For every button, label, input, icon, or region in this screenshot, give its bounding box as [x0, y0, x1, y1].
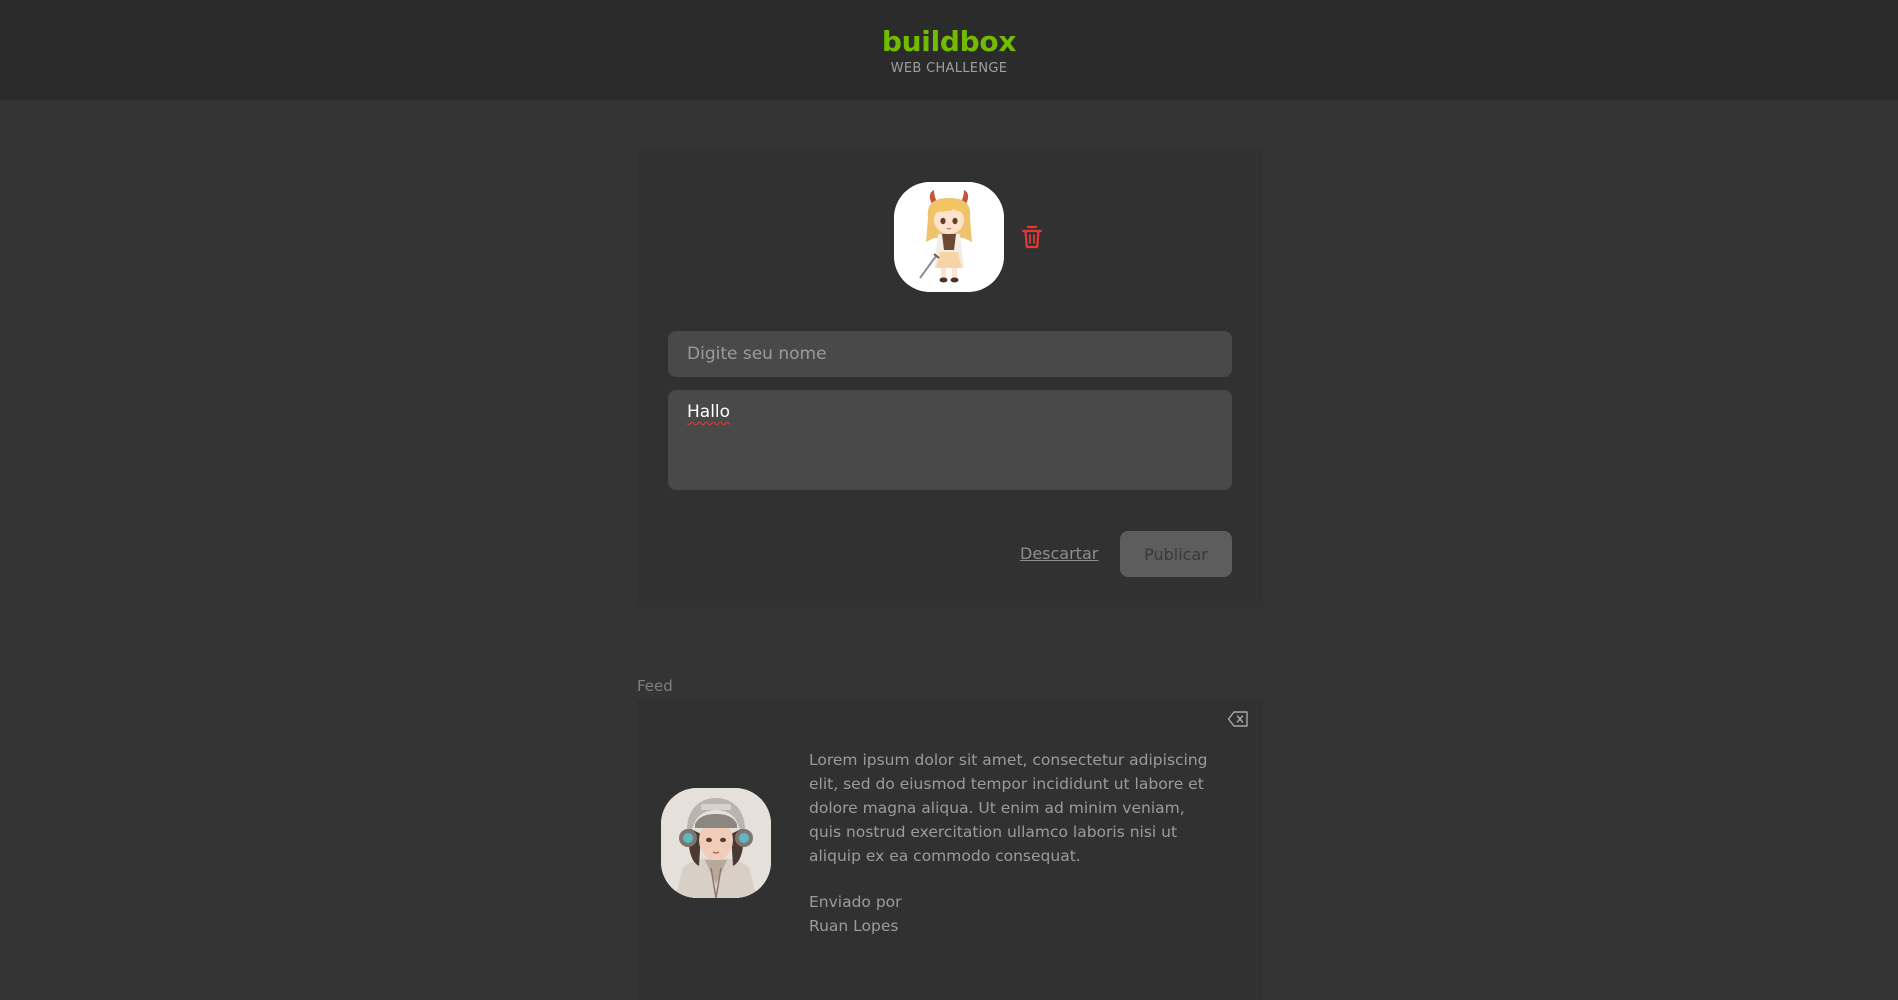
trash-icon[interactable]: [1020, 224, 1044, 250]
name-input[interactable]: [668, 331, 1232, 377]
post-author-name: Ruan Lopes: [809, 917, 899, 935]
composer-avatar-wrap: [894, 182, 1004, 292]
discard-button[interactable]: Descartar: [1020, 544, 1098, 563]
backspace-icon[interactable]: [1227, 710, 1249, 728]
composer-avatar[interactable]: [894, 182, 1004, 292]
post-meta: Enviado por Ruan Lopes: [809, 890, 902, 938]
app-header: buildbox WEB CHALLENGE: [0, 0, 1898, 100]
post-composer: Hallo Descartar Publicar: [637, 149, 1263, 607]
post-author-avatar: [661, 788, 771, 898]
sent-by-label: Enviado por: [809, 893, 902, 911]
publish-button[interactable]: Publicar: [1120, 531, 1232, 577]
girl-headphones-avatar-icon: [661, 788, 771, 898]
brand-logo: buildbox: [881, 24, 1017, 58]
post-message: Lorem ipsum dolor sit amet, consectetur …: [809, 751, 1208, 865]
anime-girl-avatar-icon: [894, 182, 1004, 292]
message-textarea[interactable]: Hallo: [668, 390, 1232, 490]
brand-subtitle: WEB CHALLENGE: [890, 60, 1008, 76]
message-text: Hallo: [687, 402, 731, 422]
feed-post-card: Lorem ipsum dolor sit amet, consectetur …: [637, 700, 1263, 1000]
feed-heading: Feed: [637, 677, 673, 695]
